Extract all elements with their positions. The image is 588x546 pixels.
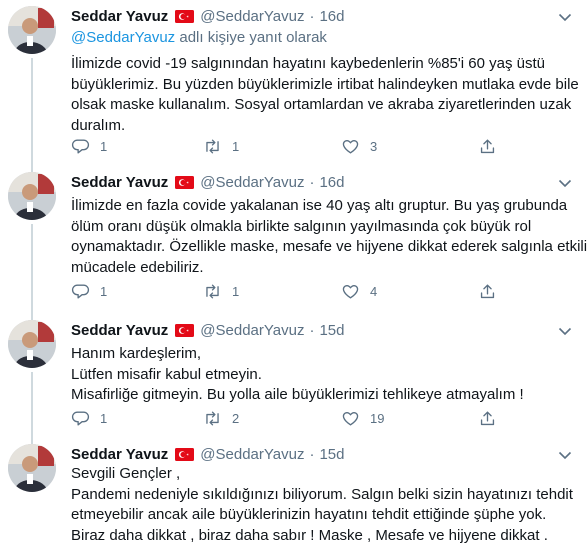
tweet-line: duralım. <box>71 116 576 137</box>
retweet-count: 2 <box>232 411 239 426</box>
turkey-flag-icon <box>175 448 194 461</box>
reply-mention[interactable]: @SeddarYavuz <box>71 29 175 46</box>
tweet[interactable]: Seddar Yavuz @SeddarYavuz · 16d İlimizde… <box>0 166 588 314</box>
chevron-down-icon[interactable] <box>556 174 574 192</box>
like-icon <box>341 282 360 301</box>
retweet-count: 1 <box>232 284 239 299</box>
like-count: 19 <box>370 411 384 426</box>
retweet-button[interactable]: 1 <box>203 282 239 301</box>
separator-dot: · <box>309 322 314 339</box>
tweet-line: etmeyebilir ancak aile büyüklerinizin ha… <box>71 505 576 526</box>
share-icon <box>478 137 497 156</box>
like-button[interactable]: 4 <box>341 282 377 301</box>
reply-icon <box>71 137 90 156</box>
tweet-line: mücadele edebiliriz. <box>71 258 576 279</box>
avatar[interactable] <box>8 172 56 220</box>
tweet-text: İlimizde en fazla covide yakalanan ise 4… <box>71 196 576 278</box>
tweet-line: İlimizde covid -19 salgınından hayatını … <box>71 54 576 75</box>
tweet-line: İlimizde en fazla covide yakalanan ise 4… <box>71 196 576 217</box>
author-name[interactable]: Seddar Yavuz <box>71 174 168 191</box>
separator-dot: · <box>309 174 314 191</box>
author-name[interactable]: Seddar Yavuz <box>71 322 168 339</box>
tweet-header: Seddar Yavuz @SeddarYavuz · 15d <box>71 444 345 465</box>
avatar[interactable] <box>8 6 56 54</box>
tweet-header: Seddar Yavuz @SeddarYavuz · 16d <box>71 6 345 27</box>
like-icon <box>341 409 360 428</box>
tweet-text: Hanım kardeşlerim, Lütfen misafir kabul … <box>71 344 576 406</box>
tweet-time[interactable]: 16d <box>319 174 344 191</box>
tweet-header: Seddar Yavuz @SeddarYavuz · 15d <box>71 320 345 341</box>
tweet-line: oynamaktadır. Özellikle maske, mesafe ve… <box>71 237 576 258</box>
author-handle[interactable]: @SeddarYavuz <box>200 446 304 463</box>
author-handle[interactable]: @SeddarYavuz <box>200 322 304 339</box>
tweet-actions: 1 1 3 <box>71 137 501 157</box>
author-name[interactable]: Seddar Yavuz <box>71 8 168 25</box>
turkey-flag-icon <box>175 176 194 189</box>
tweet-actions: 1 1 4 <box>71 282 501 302</box>
reply-context: @SeddarYavuz adlı kişiye yanıt olarak <box>71 29 327 46</box>
retweet-button[interactable]: 2 <box>203 409 239 428</box>
reply-icon <box>71 409 90 428</box>
reply-button[interactable]: 1 <box>71 137 107 156</box>
tweet-line: büyüklerimiz. Bu yüzden büyüklerimizle i… <box>71 75 576 96</box>
tweet[interactable]: Seddar Yavuz @SeddarYavuz · 15d Sevgili … <box>0 438 588 545</box>
like-count: 3 <box>370 139 377 154</box>
tweet-header: Seddar Yavuz @SeddarYavuz · 16d <box>71 172 345 193</box>
thread-line <box>31 224 33 314</box>
avatar[interactable] <box>8 320 56 368</box>
separator-dot: · <box>309 446 314 463</box>
chevron-down-icon[interactable] <box>556 446 574 464</box>
author-name[interactable]: Seddar Yavuz <box>71 446 168 463</box>
retweet-icon <box>203 282 222 301</box>
tweet-time[interactable]: 16d <box>319 8 344 25</box>
like-button[interactable]: 19 <box>341 409 384 428</box>
share-button[interactable] <box>478 282 497 301</box>
tweet-line: Lütfen misafir kabul etmeyin. <box>71 365 576 386</box>
share-icon <box>478 409 497 428</box>
tweet-time[interactable]: 15d <box>319 322 344 339</box>
thread-line <box>31 58 33 166</box>
retweet-icon <box>203 409 222 428</box>
tweet-line: ölüm oranı düşük olmakla birlikte salgın… <box>71 217 576 238</box>
reply-count: 1 <box>100 284 107 299</box>
avatar[interactable] <box>8 444 56 492</box>
reply-context-text: adlı kişiye yanıt olarak <box>175 29 327 46</box>
tweet-thread: Seddar Yavuz @SeddarYavuz · 16d @SeddarY… <box>0 0 588 545</box>
like-icon <box>341 137 360 156</box>
share-icon <box>478 282 497 301</box>
chevron-down-icon[interactable] <box>556 8 574 26</box>
separator-dot: · <box>309 8 314 25</box>
author-handle[interactable]: @SeddarYavuz <box>200 174 304 191</box>
retweet-count: 1 <box>232 139 239 154</box>
tweet-line: Pandemi nedeniyle sıkıldığınızı biliyoru… <box>71 485 576 506</box>
reply-count: 1 <box>100 411 107 426</box>
turkey-flag-icon <box>175 324 194 337</box>
tweet[interactable]: Seddar Yavuz @SeddarYavuz · 16d @SeddarY… <box>0 0 588 166</box>
retweet-button[interactable]: 1 <box>203 137 239 156</box>
retweet-icon <box>203 137 222 156</box>
chevron-down-icon[interactable] <box>556 322 574 340</box>
tweet-line: Sevgili Gençler , <box>71 464 576 485</box>
reply-button[interactable]: 1 <box>71 282 107 301</box>
like-count: 4 <box>370 284 377 299</box>
tweet-line: olsak maske kullanalım. Sosyal ortamlard… <box>71 95 576 116</box>
reply-button[interactable]: 1 <box>71 409 107 428</box>
turkey-flag-icon <box>175 10 194 23</box>
tweet-text: Sevgili Gençler , Pandemi nedeniyle sıkı… <box>71 464 576 546</box>
tweet-time[interactable]: 15d <box>319 446 344 463</box>
reply-count: 1 <box>100 139 107 154</box>
share-button[interactable] <box>478 409 497 428</box>
thread-line <box>31 372 33 438</box>
tweet-line: Biraz daha dikkat , biraz daha sabır ! M… <box>71 526 576 546</box>
tweet-actions: 1 2 19 <box>71 409 501 429</box>
tweet-text: İlimizde covid -19 salgınından hayatını … <box>71 54 576 136</box>
tweet-line: Misafirliğe gitmeyin. Bu yolla aile büyü… <box>71 385 576 406</box>
tweet[interactable]: Seddar Yavuz @SeddarYavuz · 15d Hanım ka… <box>0 314 588 438</box>
share-button[interactable] <box>478 137 497 156</box>
reply-icon <box>71 282 90 301</box>
like-button[interactable]: 3 <box>341 137 377 156</box>
author-handle[interactable]: @SeddarYavuz <box>200 8 304 25</box>
tweet-line: Hanım kardeşlerim, <box>71 344 576 365</box>
